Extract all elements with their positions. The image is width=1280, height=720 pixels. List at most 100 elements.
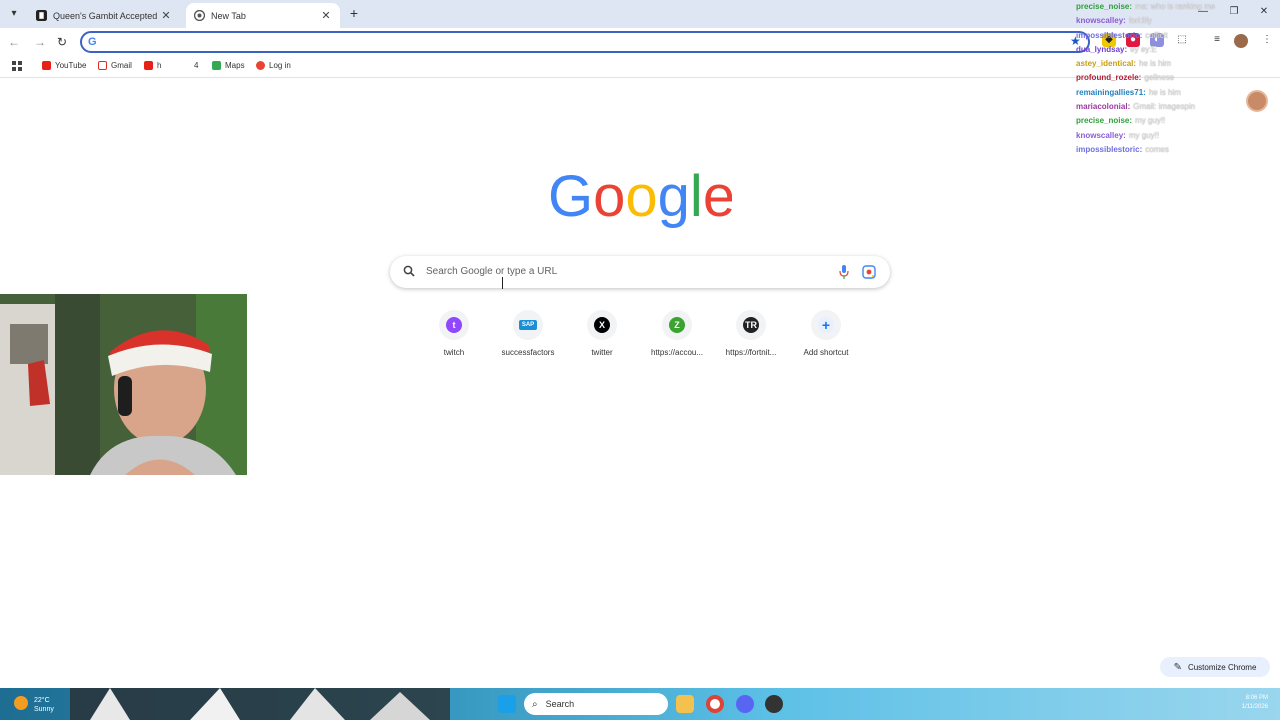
shortcut-icon-tile: SAP [513,310,543,340]
chrome-favicon-icon [194,10,205,21]
shortcut-label: https://accou... [650,348,704,357]
chat-username: remainingallies71: [1076,87,1146,97]
taskbar: 22°C Sunny ⌕ Search 8:06 PM 1/11/2026 [0,688,1280,720]
chat-message: knowscalley: fori:lify [1076,14,1256,28]
chat-message: precise_noise: my guy!! [1076,114,1256,128]
bookmark-h[interactable]: h [144,61,161,70]
gmail-icon [98,61,107,70]
customize-chrome-button[interactable]: ✎ Customize Chrome [1160,657,1270,677]
tab-title: New Tab [211,10,246,21]
close-tab-icon[interactable]: ✕ [160,9,172,22]
tab-title: Queen's Gambit Accepted | Ch [53,10,160,21]
youtube-icon [42,61,51,70]
tab-search-icon[interactable]: ▾ [6,6,22,22]
close-tab-icon[interactable]: ✕ [320,9,332,22]
webcam-overlay [0,294,247,475]
chat-text: Gmail: imagespin [1133,102,1196,112]
address-bar[interactable]: G [80,31,1090,53]
chat-message: mariacolonial: Gmail: imagespin [1076,100,1256,114]
fortnite-icon: TR [743,317,759,333]
menu-kebab-icon[interactable]: ⋮ [1260,33,1274,47]
chat-username: dua_lyndsay: [1076,44,1128,54]
google-g-icon: G [88,36,97,48]
x-icon: X [594,317,610,333]
shortcut-label: twitch [443,348,465,357]
chat-username: impossiblestoric: [1076,144,1143,154]
chat-username: mariacolonial: [1076,102,1131,112]
shortcut-icon-tile: + [811,310,841,340]
taskbar-search[interactable]: ⌕ Search [524,693,668,715]
chat-text: my guy!! [1135,116,1166,126]
chat-message: precise_noise: ma: who is ranking me [1076,0,1256,14]
sun-icon [14,696,28,710]
bookmark-log-in[interactable]: Log in [256,61,291,70]
ntp-search-box[interactable]: Search Google or type a URL [390,256,890,288]
search-icon [403,265,415,277]
screen: ▾ Queen's Gambit Accepted | Ch ✕ New Tab… [0,0,1280,720]
chrome-icon[interactable] [706,695,724,713]
chat-text: gellnese [1144,73,1175,83]
wallpaper-art [70,688,450,720]
forward-arrow-icon[interactable]: → [32,34,48,50]
chat-text: he is him [1139,59,1172,69]
tab-queens-gambit[interactable]: Queen's Gambit Accepted | Ch ✕ [28,3,180,28]
twitch-icon: t [446,317,462,333]
file-explorer-icon[interactable] [676,695,694,713]
discord-icon[interactable] [736,695,754,713]
back-arrow-icon[interactable]: ← [6,34,22,50]
windows-start-icon[interactable] [498,695,516,713]
chess-favicon-icon [36,10,47,21]
shortcut-tile[interactable]: TR https://fortnit... [713,310,789,357]
chat-username: knowscalley: [1076,16,1126,26]
weather-desc: Sunny [34,706,54,713]
bookmark-youtube[interactable]: YouTube [42,61,86,70]
chat-text: my guy!! [1128,130,1160,140]
chat-message: dua_lyndsay: ey ey:E [1076,43,1256,57]
shortcut-icon-tile: TR [736,310,766,340]
system-clock[interactable]: 8:06 PM 1/11/2026 [1208,694,1268,712]
shortcut-tile[interactable]: Zhttps://accou... [639,310,715,357]
bookmark-gmail[interactable]: Gmail [98,61,132,70]
reload-icon[interactable]: ↻ [54,34,70,50]
chat-message: impossiblestoric: cofficit [1076,29,1256,43]
chat-message: remainingallies71: he is him [1076,86,1256,100]
shortcut-icon-tile: t [439,310,469,340]
chat-message: knowscalley: my guy!! [1076,129,1256,143]
chat-message: impossiblestoric: comes [1076,143,1256,157]
tab-new-tab[interactable]: New Tab ✕ [186,3,340,28]
search-placeholder: Search Google or type a URL [426,266,558,277]
chat-username: astey_identical: [1076,59,1137,69]
shortcut-label: Add shortcut [803,348,849,357]
shortcut-tile[interactable]: + Add shortcut [788,310,864,357]
chat-text: comes [1145,144,1169,154]
text-cursor [502,277,506,289]
shortcut-tile[interactable]: SAP successfactors [490,310,566,357]
weather-temp: 22°C [34,697,50,704]
search-icon: ⌕ [532,698,538,710]
google-logo: Google [548,164,732,229]
chat-message: profound_rozele: gellnese [1076,71,1256,85]
bookmark-maps[interactable]: Maps [212,61,245,70]
bookmark-4[interactable]: 4 [194,61,198,70]
shortcut-icon-tile: Z [662,310,692,340]
shortcut-label: twitter [591,348,613,357]
chat-username: precise_noise: [1076,116,1133,126]
chat-text: ma: who is ranking me [1135,2,1216,11]
plus-icon: + [818,317,834,333]
shortcut-tile[interactable]: Xtwitter [564,310,640,357]
apps-grid-icon[interactable] [12,61,23,72]
close-window-icon[interactable]: ✕ [1257,6,1271,17]
letter-z-icon: Z [669,317,685,333]
chat-message: astey_identical: he is him [1076,57,1256,71]
chat-text: cofficit [1145,30,1168,40]
app-icon[interactable] [765,695,783,713]
chat-text: he is him [1148,87,1181,97]
new-tab-button[interactable]: + [346,5,362,21]
microphone-icon[interactable] [839,265,849,279]
chat-text: ey ey:E [1130,44,1157,54]
shortcut-label: successfactors [501,348,555,357]
youtube-icon [144,61,153,70]
google-lens-icon[interactable] [862,265,876,279]
shortcut-tile[interactable]: t twitch [416,310,492,357]
sap-icon: SAP [519,320,537,330]
